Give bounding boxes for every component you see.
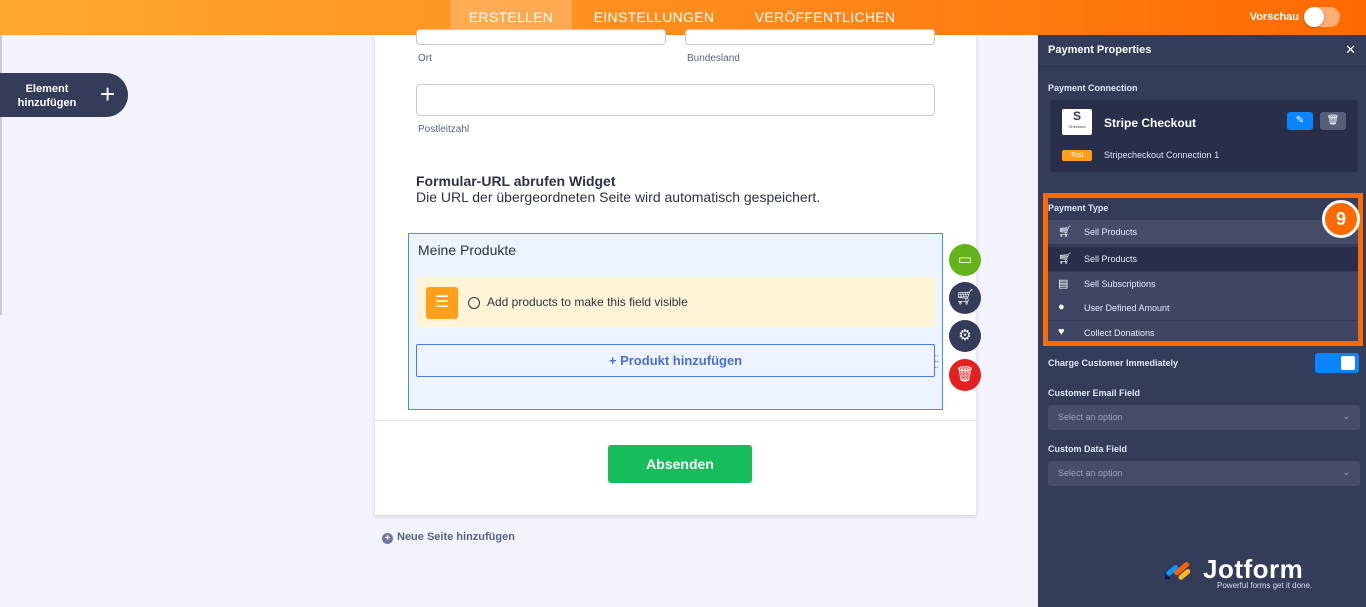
form-card: Ort Bundesland Postleitzahl Formular-URL… [375,29,976,515]
preview-toggle[interactable] [1304,7,1340,27]
plus-circle-icon: + [382,533,393,544]
zip-sublabel: Postleitzahl [418,124,470,135]
stripe-logo-sub: Checkout [1068,124,1086,129]
toggle-knob [1304,7,1324,27]
payment-settings-icon[interactable]: ▭ [949,244,981,276]
connection-subtitle: Stripecheckout Connection 1 [1104,150,1220,160]
state-input[interactable] [685,29,935,45]
connection-name: Stripe Checkout [1104,116,1197,130]
checklist-icon: ☰ [426,287,458,319]
customer-email-select[interactable]: Select an option ⌄ [1048,405,1360,430]
product-notice-text: Add products to make this field visible [487,295,688,309]
customer-email-label: Customer Email Field [1048,388,1141,398]
jotform-logo-icon [1165,561,1191,580]
add-new-page-link[interactable]: + Neue Seite hinzufügen [382,531,515,544]
preview-label: Vorschau [1249,11,1299,23]
add-element-label: Element hinzufügen [17,83,77,109]
stripe-logo-letter: S [1072,109,1081,123]
cart-icon[interactable]: 🛒︎ [949,282,981,314]
add-element-button[interactable]: Element hinzufügen + [0,73,128,117]
submit-button[interactable]: Absenden [608,445,752,483]
payment-connection-label: Payment Connection [1048,83,1138,93]
close-icon[interactable]: ✕ [1345,42,1356,58]
product-field-title: Meine Produkte [418,242,517,258]
city-sublabel: Ort [418,53,432,64]
custom-data-label: Custom Data Field [1048,444,1128,454]
brand-tagline: Powerful forms get it done. [1217,581,1313,590]
custom-data-select[interactable]: Select an option ⌄ [1048,461,1360,486]
add-new-page-label: Neue Seite hinzufügen [397,531,515,543]
product-list-field[interactable]: Meine Produkte ☰ Add products to make th… [408,233,943,410]
widget-title: Formular-URL abrufen Widget [416,173,616,189]
charge-immediately-label: Charge Customer Immediately [1048,358,1179,368]
radio-icon [468,297,480,309]
delete-connection-button[interactable]: 🗑︎ [1320,112,1346,130]
chevron-down-icon: ⌄ [1342,467,1350,477]
add-product-button[interactable]: + Produkt hinzufügen [416,344,935,377]
edit-connection-button[interactable]: ✎ [1287,112,1313,130]
panel-title: Payment Properties [1048,44,1152,56]
widget-description: Die URL der übergeordneten Seite wird au… [416,189,821,205]
top-navigation-bar: ERSTELLEN EINSTELLUNGEN VERÖFFENTLICHEN … [0,0,1366,35]
payment-connection-box: S Checkout Stripe Checkout ✎ 🗑︎ Test Stri… [1050,100,1358,172]
step-number-badge: 9 [1322,200,1360,238]
charge-immediately-toggle[interactable] [1315,353,1359,373]
highlight-frame [1043,193,1363,346]
city-input[interactable] [416,29,666,45]
zip-input[interactable] [416,84,935,116]
plus-icon: + [100,79,116,109]
select-placeholder: Select an option [1058,412,1123,422]
toggle-knob [1341,356,1355,370]
page-divider [375,420,976,421]
chevron-down-icon: ⌄ [1342,411,1350,421]
state-sublabel: Bundesland [687,53,740,64]
test-mode-badge: Test [1062,150,1092,161]
product-notice: ☰ Add products to make this field visibl… [417,277,939,371]
stripe-logo-icon: S Checkout [1062,109,1092,135]
trash-icon[interactable]: 🗑︎ [949,359,981,391]
gear-icon[interactable]: ⚙ [949,320,981,352]
panel-separator [1038,66,1366,67]
select-placeholder: Select an option [1058,468,1123,478]
